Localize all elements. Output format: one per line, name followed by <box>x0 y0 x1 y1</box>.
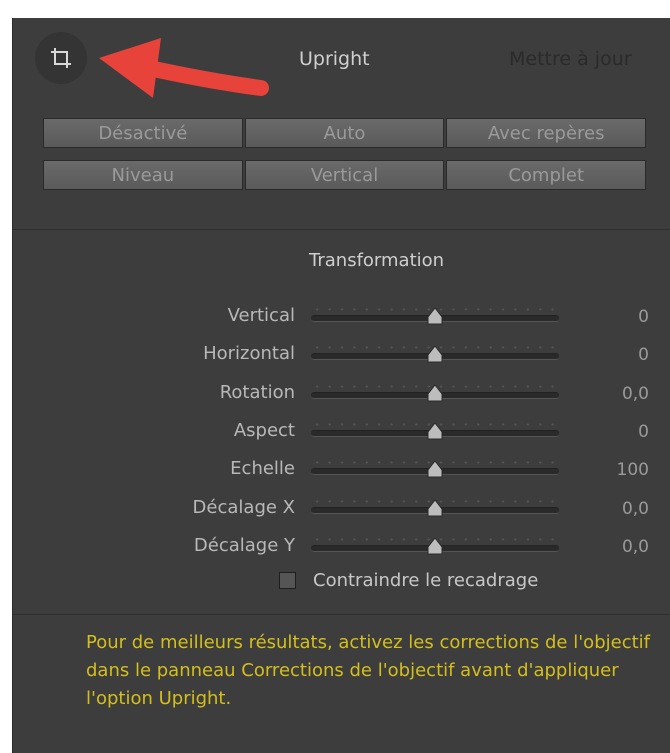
slider-value[interactable]: 0,0 <box>622 537 649 557</box>
upright-notice: Pour de meilleurs résultats, activez les… <box>86 632 650 709</box>
mode-vertical-button[interactable]: Vertical <box>244 160 445 190</box>
slider-row: Echelle 100 <box>13 454 670 484</box>
slider-label: Décalage X <box>192 496 295 518</box>
slider-row: Aspect 0 <box>13 416 670 446</box>
slider-row: Horizontal 0 <box>13 339 670 369</box>
slider-thumb[interactable] <box>427 422 443 440</box>
constrain-crop-label: Contraindre le recadrage <box>313 569 539 591</box>
slider-label: Rotation <box>219 381 295 403</box>
transformation-title: Transformation <box>309 250 445 271</box>
mode-off-button[interactable]: Désactivé <box>43 118 243 148</box>
slider-label: Vertical <box>227 305 295 326</box>
slider-label: Echelle <box>230 458 295 480</box>
slider-thumb[interactable] <box>427 345 443 363</box>
slider-value[interactable]: 0 <box>638 307 649 327</box>
mode-guided-button[interactable]: Avec repères <box>446 118 647 148</box>
slider-label: Horizontal <box>203 343 295 365</box>
slider-row: Rotation 0,0 <box>13 378 670 408</box>
slider-label: Aspect <box>233 419 295 441</box>
slider-thumb[interactable] <box>427 498 443 517</box>
slider-value[interactable]: 100 <box>617 460 649 480</box>
upright-panel: Upright Mettre à jour Désactivé Auto Ave… <box>12 18 670 753</box>
slider-thumb[interactable] <box>427 460 443 478</box>
red-arrow-annotation <box>99 38 269 98</box>
upright-title: Upright <box>299 48 370 70</box>
slider-thumb[interactable] <box>427 307 443 325</box>
crop-overlay-icon <box>51 48 71 68</box>
slider-row: Vertical 0 <box>13 301 670 331</box>
upright-mode-row-1: Désactivé Auto Avec repères <box>43 118 647 150</box>
section-divider <box>13 229 670 230</box>
slider-value[interactable]: 0,0 <box>622 384 649 404</box>
crop-overlay-button[interactable] <box>35 32 87 84</box>
slider-row: Décalage Y 0,0 <box>13 531 670 561</box>
mode-level-button[interactable]: Niveau <box>43 160 243 190</box>
slider-value[interactable]: 0 <box>638 345 649 365</box>
mode-full-button[interactable]: Complet <box>446 160 647 190</box>
slider-thumb[interactable] <box>427 383 443 402</box>
slider-row: Décalage X 0,0 <box>13 493 670 523</box>
constrain-crop-checkbox[interactable] <box>279 571 296 589</box>
update-button[interactable]: Mettre à jour <box>509 48 632 70</box>
slider-value[interactable]: 0,0 <box>622 499 649 519</box>
slider-thumb[interactable] <box>427 536 443 555</box>
top-margin <box>0 0 670 18</box>
constrain-crop-row[interactable]: Contraindre le recadrage <box>279 568 538 592</box>
mode-auto-button[interactable]: Auto <box>244 118 445 148</box>
upright-mode-row-2: Niveau Vertical Complet <box>43 160 647 192</box>
slider-value[interactable]: 0 <box>638 422 649 442</box>
slider-label: Décalage Y <box>193 534 295 556</box>
section-divider <box>13 614 670 615</box>
